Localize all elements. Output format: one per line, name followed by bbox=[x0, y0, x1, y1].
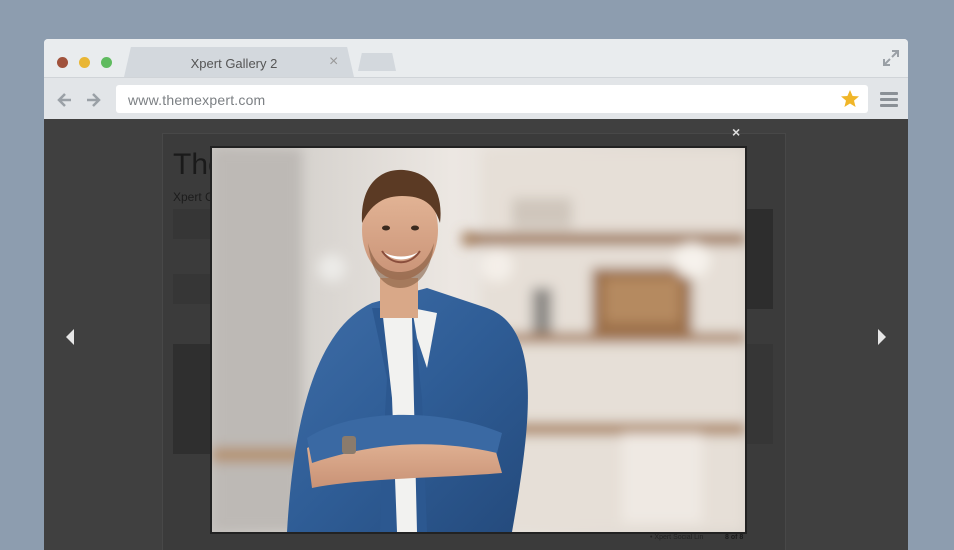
bookmark-star-icon[interactable] bbox=[840, 89, 860, 109]
tab-title: Xpert Gallery 2 bbox=[190, 56, 278, 71]
portrait-photo bbox=[212, 148, 745, 532]
back-arrow-icon[interactable] bbox=[56, 91, 74, 109]
maximize-window-button[interactable] bbox=[101, 57, 112, 68]
lightbox-close-button[interactable]: × bbox=[732, 124, 740, 140]
new-tab-button[interactable] bbox=[358, 53, 396, 71]
thumbnail bbox=[743, 209, 773, 309]
minimize-window-button[interactable] bbox=[79, 57, 90, 68]
thumbnail bbox=[173, 274, 213, 304]
fullscreen-icon[interactable] bbox=[882, 49, 900, 67]
image-counter: 8 of 8 bbox=[725, 534, 744, 541]
url-text: www.themexpert.com bbox=[128, 92, 266, 108]
chevron-left-icon[interactable] bbox=[62, 325, 78, 349]
tab-close-icon[interactable]: × bbox=[329, 53, 338, 71]
chevron-right-icon[interactable] bbox=[874, 325, 890, 349]
browser-toolbar: www.themexpert.com bbox=[44, 77, 908, 120]
tab-bar: Xpert Gallery 2 × bbox=[44, 39, 908, 77]
lightbox-image bbox=[210, 146, 747, 534]
thumbnail bbox=[743, 344, 773, 444]
close-window-button[interactable] bbox=[57, 57, 68, 68]
forward-arrow-icon[interactable] bbox=[84, 91, 102, 109]
thumbnail bbox=[173, 344, 213, 454]
thumbnail bbox=[173, 209, 213, 239]
browser-tab[interactable]: Xpert Gallery 2 × bbox=[124, 47, 354, 77]
page-viewport: The Xpert G • Xpert Social Lin 8 of 8 × bbox=[44, 119, 908, 550]
page-subtitle: Xpert G bbox=[173, 190, 215, 204]
hamburger-menu-icon[interactable] bbox=[880, 92, 898, 108]
footer-link[interactable]: • Xpert Social Lin bbox=[650, 534, 703, 541]
browser-window: Xpert Gallery 2 × www.themexpert.com The… bbox=[44, 39, 908, 550]
address-bar[interactable]: www.themexpert.com bbox=[116, 85, 868, 113]
